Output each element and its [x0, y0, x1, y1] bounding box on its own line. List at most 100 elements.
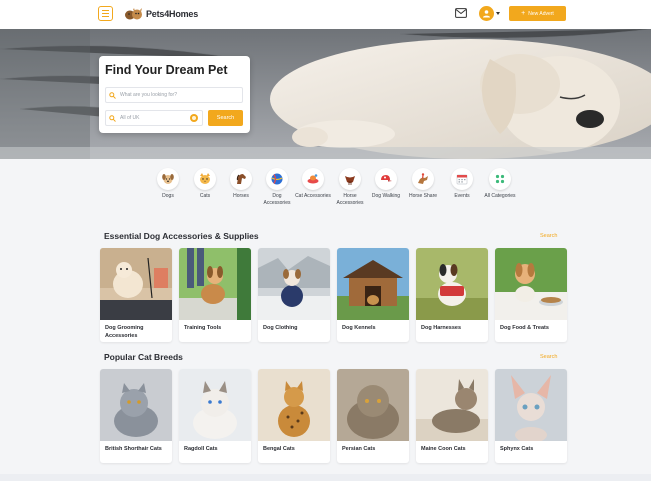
saddle-icon — [345, 176, 355, 185]
card-dog-clothing[interactable]: Dog Clothing — [258, 248, 330, 342]
hamburger-icon — [102, 10, 109, 11]
grid-icon — [495, 174, 505, 184]
user-icon — [483, 10, 490, 18]
card-label: Persian Cats — [342, 446, 376, 452]
category-icon-wrap — [302, 168, 324, 190]
category-events[interactable]: Events — [444, 168, 480, 200]
category-icon-wrap — [230, 168, 252, 190]
category-icon-wrap — [451, 168, 473, 190]
footer-divider — [0, 474, 651, 481]
search-icon — [109, 91, 116, 99]
calendar-icon — [456, 174, 468, 185]
card-label: British Shorthair Cats — [105, 446, 162, 452]
category-label: Dog Accessories — [263, 193, 291, 206]
category-horse-accessories[interactable]: Horse Accessories — [332, 168, 368, 207]
category-horses[interactable]: Horses — [223, 168, 259, 200]
dog-section-search-link[interactable]: Search — [540, 233, 557, 239]
card-maine-coon[interactable]: Maine Coon Cats — [416, 369, 488, 463]
cat-icon — [200, 173, 210, 184]
cat-section-search-link[interactable]: Search — [540, 354, 557, 360]
search-button[interactable]: Search — [208, 110, 243, 126]
category-dog-walking[interactable]: Dog Walking — [368, 168, 404, 200]
menu-button[interactable] — [98, 6, 113, 21]
card-label: Ragdoll Cats — [184, 446, 218, 452]
mail-icon[interactable] — [455, 8, 467, 18]
category-dog-accessories[interactable]: Dog Accessories — [259, 168, 295, 207]
card-label: Maine Coon Cats — [421, 446, 466, 452]
card-training-tools[interactable]: Training Tools — [179, 248, 251, 342]
bengal-photo — [258, 369, 330, 441]
user-avatar[interactable] — [479, 6, 494, 21]
new-advert-label: New Advert — [528, 10, 554, 17]
logo-pets-icon — [125, 8, 142, 20]
card-label: Bengal Cats — [263, 446, 295, 452]
search-placeholder: What are you looking for? — [120, 92, 177, 98]
ragdoll-photo — [179, 369, 251, 441]
category-icon-wrap — [339, 168, 361, 190]
hero-banner: Find Your Dream Pet What are you looking… — [0, 29, 651, 159]
cat-section-title: Popular Cat Breeds — [104, 352, 183, 362]
horse-icon — [236, 174, 246, 184]
new-advert-button[interactable]: + New Advert — [509, 6, 566, 21]
category-cat-accessories[interactable]: Cat Accessories — [295, 168, 331, 200]
clothing-photo — [258, 248, 330, 320]
card-label: Dog Kennels — [342, 325, 376, 331]
category-icon-wrap — [266, 168, 288, 190]
british-shorthair-photo — [100, 369, 172, 441]
card-dog-harnesses[interactable]: Dog Harnesses — [416, 248, 488, 342]
card-ragdoll[interactable]: Ragdoll Cats — [179, 369, 251, 463]
persian-photo — [337, 369, 409, 441]
category-icon-wrap — [157, 168, 179, 190]
site-logo[interactable]: Pets4Homes — [124, 7, 198, 21]
location-input[interactable]: All of UK — [105, 110, 203, 126]
rider-icon — [418, 173, 428, 184]
food-photo — [495, 248, 567, 320]
search-icon — [109, 114, 116, 122]
category-label: Horses — [233, 193, 249, 199]
category-icon-wrap — [489, 168, 511, 190]
search-input[interactable]: What are you looking for? — [105, 87, 243, 103]
category-label: Cat Accessories — [295, 193, 331, 199]
category-all-categories[interactable]: All Categories — [482, 168, 518, 200]
top-header: Pets4Homes + New Advert — [0, 0, 651, 30]
kennel-photo — [337, 248, 409, 320]
maine-coon-photo — [416, 369, 488, 441]
card-label: Dog Harnesses — [421, 325, 462, 331]
sphynx-photo — [495, 369, 567, 441]
category-icon-wrap — [412, 168, 434, 190]
card-dog-food[interactable]: Dog Food & Treats — [495, 248, 567, 342]
chevron-down-icon[interactable] — [496, 12, 500, 15]
cap-icon — [381, 175, 392, 182]
category-cats[interactable]: Cats — [187, 168, 223, 200]
category-dogs[interactable]: Dogs — [150, 168, 186, 200]
category-icon-wrap — [194, 168, 216, 190]
card-label: Training Tools — [184, 325, 222, 331]
card-dog-grooming[interactable]: Dog Grooming Accessories — [100, 248, 172, 342]
category-label: Dog Walking — [371, 193, 401, 199]
category-bar: Dogs Cats Horses Dog Accessories Cat Acc… — [150, 168, 520, 210]
card-persian[interactable]: Persian Cats — [337, 369, 409, 463]
hamburger-icon-line — [102, 16, 109, 17]
grooming-photo — [100, 248, 172, 320]
dog-icon — [162, 174, 174, 184]
card-dog-kennels[interactable]: Dog Kennels — [337, 248, 409, 342]
category-icon-wrap — [375, 168, 397, 190]
category-label: Dogs — [162, 193, 174, 199]
card-british-shorthair[interactable]: British Shorthair Cats — [100, 369, 172, 463]
logo-text: Pets4Homes — [146, 9, 199, 19]
hero-title: Find Your Dream Pet — [105, 63, 228, 77]
dog-section-title: Essential Dog Accessories & Supplies — [104, 231, 259, 241]
category-label: All Categories — [484, 193, 516, 199]
training-photo — [179, 248, 251, 320]
category-horse-share[interactable]: Horse Share — [405, 168, 441, 200]
category-label: Horse Share — [408, 193, 438, 199]
harness-photo — [416, 248, 488, 320]
category-label: Events — [454, 193, 470, 199]
cat-toy-icon — [307, 174, 319, 184]
ball-icon — [271, 173, 283, 185]
card-bengal[interactable]: Bengal Cats — [258, 369, 330, 463]
locate-icon[interactable] — [190, 114, 198, 122]
location-placeholder: All of UK — [120, 115, 140, 121]
card-sphynx[interactable]: Sphynx Cats — [495, 369, 567, 463]
card-label: Dog Clothing — [263, 325, 298, 331]
